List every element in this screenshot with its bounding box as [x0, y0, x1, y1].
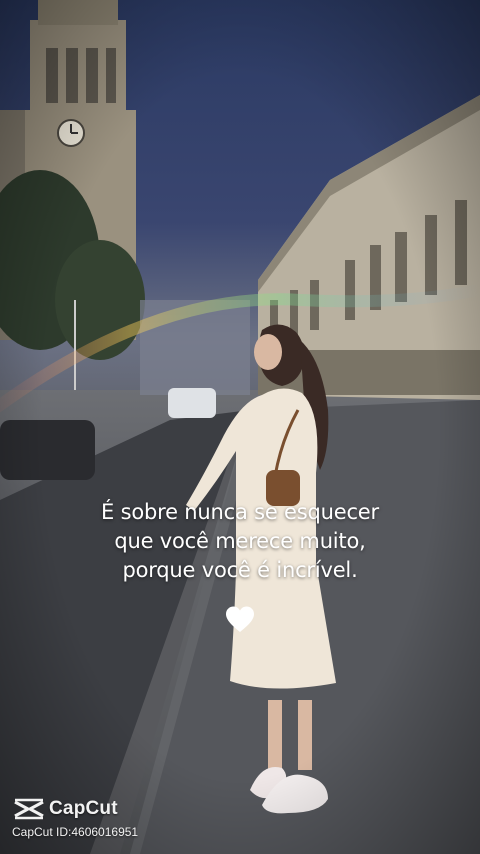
white-heart-icon [226, 606, 254, 632]
capcut-brand-name: CapCut [49, 798, 118, 819]
caption-line-3: porque você é incrível. [122, 558, 358, 582]
caption-text: É sobre nunca se esquecer que você merec… [0, 498, 480, 585]
capcut-id-label: CapCut ID:4606016951 [12, 825, 139, 839]
video-frame: É sobre nunca se esquecer que você merec… [0, 0, 480, 854]
capcut-logo-icon [14, 798, 44, 820]
street-scene-photo [0, 0, 480, 854]
caption-line-2: que você merece muito, [114, 529, 366, 553]
capcut-watermark: CapCut CapCut ID:4606016951 [12, 796, 138, 839]
caption-line-1: É sobre nunca se esquecer [101, 500, 379, 524]
